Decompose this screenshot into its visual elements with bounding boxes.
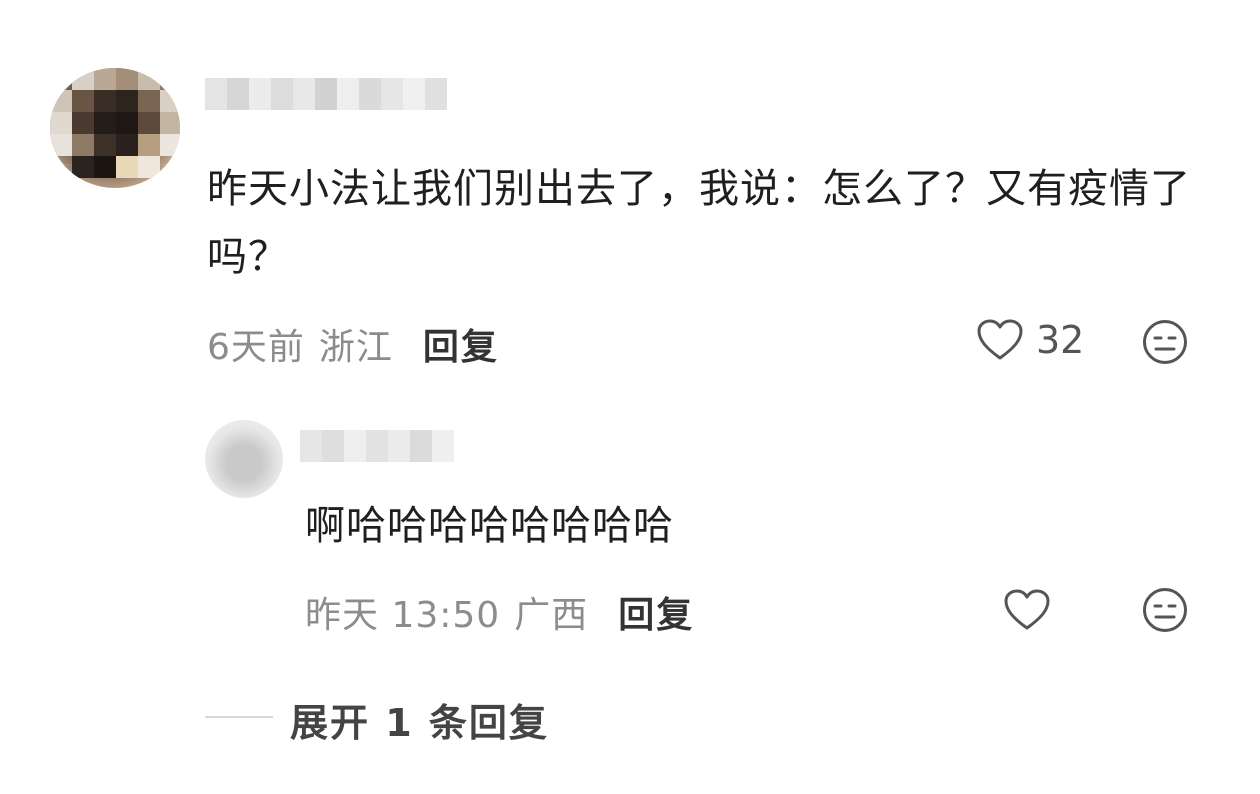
reply-button[interactable]: 回复: [423, 318, 499, 370]
neutral-face-icon: [1141, 318, 1189, 366]
reply-username[interactable]: [300, 430, 454, 462]
reply-reply-button[interactable]: 回复: [618, 586, 694, 638]
reply-avatar[interactable]: [205, 420, 283, 498]
comment-meta: 6天前 浙江 回复: [207, 318, 499, 370]
dislike-button[interactable]: [1141, 318, 1189, 366]
username[interactable]: [205, 78, 447, 110]
reply-text: 啊哈哈哈哈哈哈哈哈: [305, 503, 674, 549]
heart-outline-icon: [976, 318, 1024, 362]
heart-outline-icon: [1003, 588, 1051, 632]
reply-like-button[interactable]: [1003, 588, 1051, 632]
neutral-face-icon: [1141, 586, 1189, 634]
comment-location: 浙江: [318, 327, 393, 368]
reply-time: 昨天 13:50: [305, 595, 501, 636]
comment-time: 6天前: [207, 327, 305, 368]
reply-meta: 昨天 13:50 广西 回复: [305, 586, 694, 638]
like-button[interactable]: 32: [976, 318, 1084, 362]
comment-text: 昨天小法让我们别出去了，我说：怎么了？又有疫情了吗？: [207, 166, 1191, 280]
expand-replies-button[interactable]: 展开 1 条回复: [290, 692, 549, 747]
like-count: 32: [1036, 318, 1085, 362]
expand-divider: [205, 716, 273, 718]
avatar[interactable]: [50, 68, 180, 188]
reply-dislike-button[interactable]: [1141, 586, 1189, 634]
reply-location: 广西: [514, 595, 589, 636]
